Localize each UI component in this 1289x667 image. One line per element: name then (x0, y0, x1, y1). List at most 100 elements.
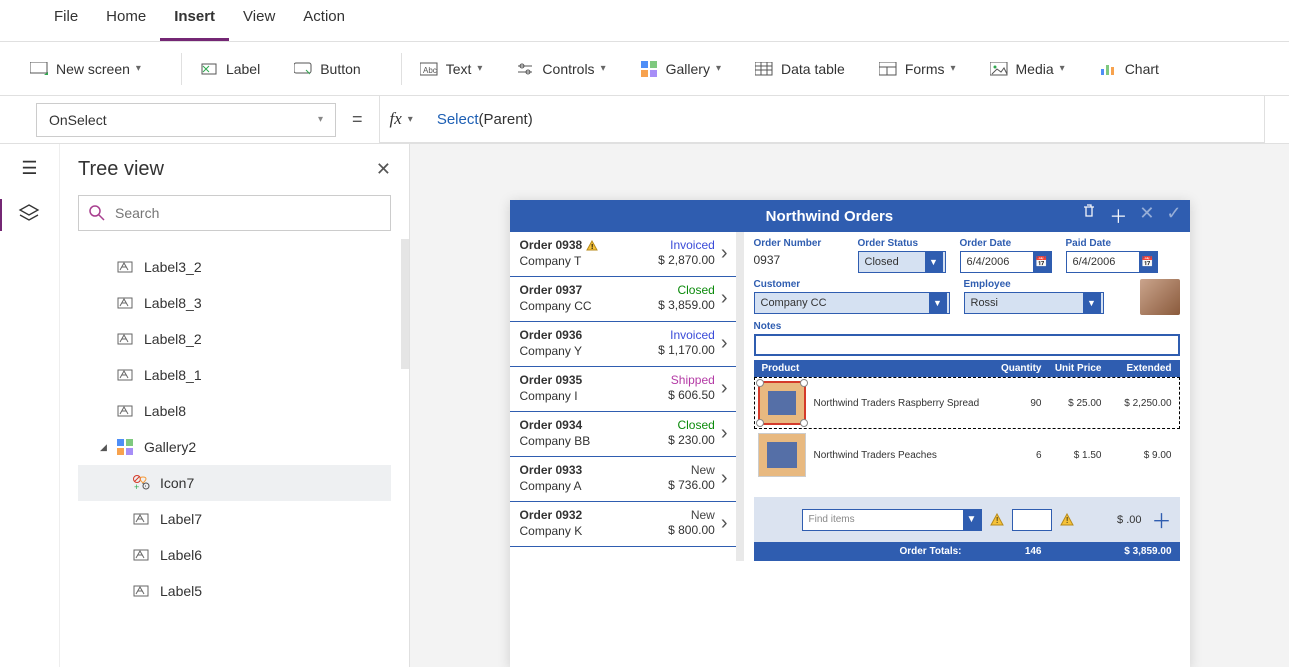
ribbon: New screen▾ Label Button Abc Text▾ Contr… (0, 42, 1289, 96)
product-row[interactable]: Northwind Traders Raspberry Spread 90 $ … (754, 377, 1180, 429)
tree-node-icon7[interactable]: +Icon7 (78, 465, 391, 501)
svg-text:!: ! (996, 516, 998, 525)
menu-action[interactable]: Action (289, 8, 359, 41)
warning-icon: ! (1060, 513, 1074, 527)
order-item[interactable]: Order 0936Invoiced Company Y$ 1,170.00 › (510, 322, 736, 367)
tree-view-tab[interactable] (18, 203, 42, 227)
label-icon (132, 582, 150, 600)
text-dropdown[interactable]: Abc Text▾ (414, 56, 489, 82)
product-extended: $ 9.00 (1102, 450, 1172, 461)
menu-file[interactable]: File (40, 8, 92, 41)
add-ext-value: $ .00 (1117, 514, 1141, 526)
order-list: Order 0938!Invoiced Company T$ 2,870.00 … (510, 232, 736, 561)
add-plus-icon[interactable]: ＋ (1152, 505, 1172, 534)
menu-home[interactable]: Home (92, 8, 160, 41)
order-item[interactable]: Order 0937Closed Company CC$ 3,859.00 › (510, 277, 736, 322)
svg-text:+: + (134, 482, 139, 492)
data-table-button[interactable]: Data table (749, 56, 851, 82)
order-item[interactable]: Order 0934Closed Company BB$ 230.00 › (510, 412, 736, 457)
product-name: Northwind Traders Raspberry Spread (814, 398, 982, 409)
canvas[interactable]: Northwind Orders ＋ ✕ ✓ Order 0938!Invoic… (410, 144, 1289, 667)
forms-dropdown[interactable]: Forms▾ (873, 56, 962, 82)
product-name: Northwind Traders Peaches (814, 450, 982, 461)
tree-node-label8-2[interactable]: Label8_2 (78, 321, 391, 357)
check-icon[interactable]: ✓ (1166, 203, 1181, 229)
gallery-icon (640, 60, 658, 78)
employee-label: Employee (964, 279, 1104, 290)
chevron-right-icon: › (715, 512, 728, 535)
app-header: Northwind Orders ＋ ✕ ✓ (510, 200, 1190, 232)
product-unit-price: $ 1.50 (1042, 450, 1102, 461)
hamburger-icon[interactable]: ☰ (21, 158, 37, 179)
tree-node-label3-2[interactable]: Label3_2 (78, 249, 391, 285)
tree-node-label8-3[interactable]: Label8_3 (78, 285, 391, 321)
gallery-dropdown[interactable]: Gallery▾ (634, 56, 727, 82)
order-item[interactable]: Order 0938!Invoiced Company T$ 2,870.00 … (510, 232, 736, 277)
label-icon (116, 402, 134, 420)
screen-icon (30, 60, 48, 78)
tree-node-label7[interactable]: Label7 (78, 501, 391, 537)
product-image[interactable] (758, 381, 806, 425)
order-status-select[interactable]: Closed▼ (858, 251, 946, 273)
chart-icon (1099, 60, 1117, 78)
left-rail: ☰ (0, 144, 60, 667)
product-unit-price: $ 25.00 (1042, 398, 1102, 409)
order-item[interactable]: Order 0933New Company A$ 736.00 › (510, 457, 736, 502)
scrollbar-thumb[interactable] (401, 239, 409, 369)
customer-label: Customer (754, 279, 950, 290)
employee-avatar (1140, 279, 1180, 315)
order-detail: Order Number 0937 Order Status Closed▼ O… (744, 232, 1190, 561)
product-extended: $ 2,250.00 (1102, 398, 1172, 409)
tree-node-label8[interactable]: Label8 (78, 393, 391, 429)
notes-input[interactable] (754, 334, 1180, 356)
fx-button[interactable]: fx▾ (379, 95, 423, 143)
chevron-right-icon: › (715, 422, 728, 445)
tree-node-label6[interactable]: Label6 (78, 537, 391, 573)
add-qty-input[interactable] (1012, 509, 1052, 531)
paid-date-input[interactable]: 6/4/2006📅 (1066, 251, 1158, 273)
button-icon (294, 60, 312, 78)
chart-dropdown[interactable]: Chart (1093, 56, 1165, 82)
label-button[interactable]: Label (194, 56, 266, 82)
product-row[interactable]: Northwind Traders Peaches 6 $ 1.50 $ 9.0… (754, 429, 1180, 481)
forms-icon (879, 60, 897, 78)
chevron-right-icon: › (715, 467, 728, 490)
cancel-icon[interactable]: ✕ (1139, 203, 1154, 229)
customer-select[interactable]: Company CC▼ (754, 292, 950, 314)
formula-input[interactable]: Select(Parent) (423, 95, 1265, 143)
order-date-label: Order Date (960, 238, 1052, 249)
icon-node-icon: + (132, 474, 150, 492)
tree-node-gallery2[interactable]: ◢Gallery2 (78, 429, 391, 465)
employee-select[interactable]: Rossi▼ (964, 292, 1104, 314)
menu-insert[interactable]: Insert (160, 8, 229, 41)
new-screen-button[interactable]: New screen▾ (24, 56, 147, 82)
warning-icon: ! (990, 513, 1004, 527)
product-image[interactable] (758, 433, 806, 477)
button-button[interactable]: Button (288, 56, 366, 82)
text-icon: Abc (420, 60, 438, 78)
notes-label: Notes (754, 321, 1180, 332)
trash-icon[interactable] (1081, 203, 1097, 229)
order-date-input[interactable]: 6/4/2006📅 (960, 251, 1052, 273)
list-scrollbar[interactable] (736, 232, 744, 561)
label-icon (200, 60, 218, 78)
plus-icon[interactable]: ＋ (1109, 203, 1127, 229)
tree-node-label5[interactable]: Label5 (78, 573, 391, 609)
find-items-select[interactable]: Find items▼ (802, 509, 982, 531)
formula-bar: OnSelect▾ = fx▾ Select(Parent) (0, 96, 1289, 144)
tree-node-label8-1[interactable]: Label8_1 (78, 357, 391, 393)
controls-dropdown[interactable]: Controls▾ (510, 56, 611, 82)
svg-text:!: ! (591, 244, 593, 251)
order-item[interactable]: Order 0932New Company K$ 800.00 › (510, 502, 736, 547)
order-item[interactable]: Order 0935Shipped Company I$ 606.50 › (510, 367, 736, 412)
tree-search-input[interactable] (115, 205, 380, 221)
property-selector[interactable]: OnSelect▾ (36, 103, 336, 137)
tree-search[interactable] (78, 195, 391, 231)
product-list: Northwind Traders Raspberry Spread 90 $ … (754, 377, 1180, 481)
equals-sign: = (336, 109, 379, 130)
close-icon[interactable]: ✕ (376, 159, 391, 180)
media-dropdown[interactable]: Media▾ (984, 56, 1071, 82)
label-icon (116, 258, 134, 276)
menu-view[interactable]: View (229, 8, 289, 41)
label-icon (116, 366, 134, 384)
